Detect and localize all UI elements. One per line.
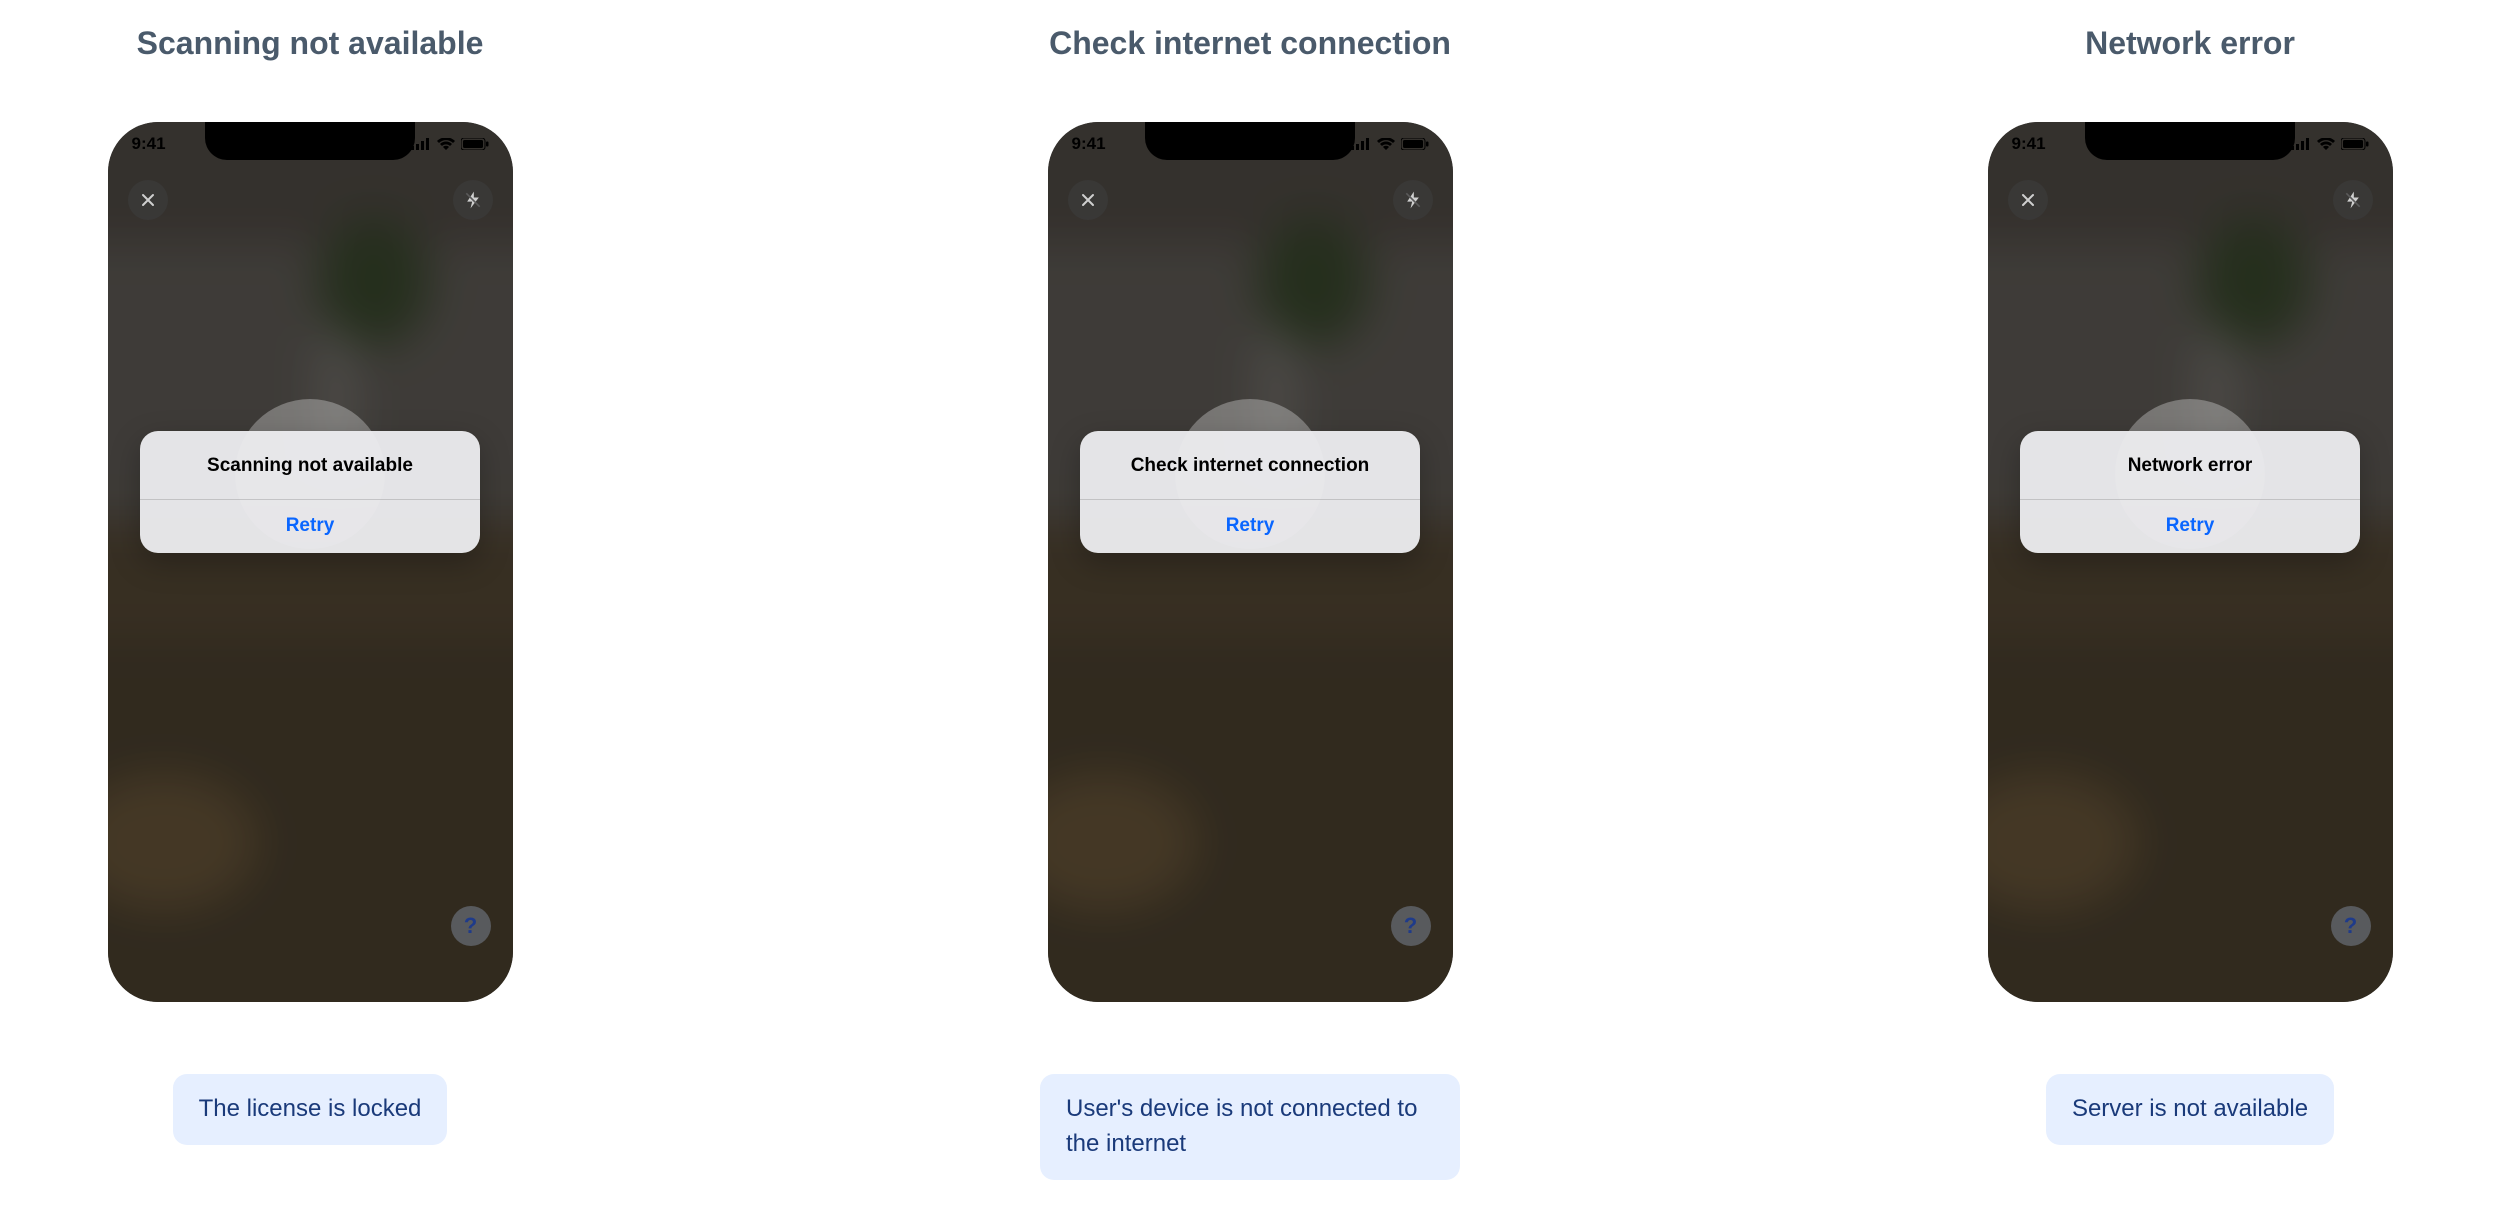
flash-off-icon — [1403, 190, 1423, 210]
dim-overlay — [108, 122, 513, 1002]
close-button[interactable] — [128, 180, 168, 220]
alert-dialog: Check internet connection Retry — [1080, 431, 1420, 553]
retry-button[interactable]: Retry — [1080, 500, 1420, 553]
battery-icon — [1401, 138, 1429, 150]
close-icon — [1078, 190, 1098, 210]
flash-toggle-button[interactable] — [1393, 180, 1433, 220]
status-icons — [411, 138, 489, 150]
wifi-icon — [2317, 138, 2335, 150]
example-caption: The license is locked — [173, 1074, 448, 1145]
example-heading: Check internet connection — [1040, 25, 1460, 62]
status-icons — [1351, 138, 1429, 150]
help-icon: ? — [2344, 913, 2357, 939]
alert-dialog: Scanning not available Retry — [140, 431, 480, 553]
alert-title: Network error — [2020, 431, 2360, 499]
example-column: Scanning not available 9:41 — [100, 25, 520, 1180]
battery-icon — [2341, 138, 2369, 150]
alert-title: Scanning not available — [140, 431, 480, 499]
phone-screen: 9:41 Network error Retry — [1988, 122, 2393, 1002]
example-caption: Server is not available — [2046, 1074, 2334, 1145]
alert-dialog: Network error Retry — [2020, 431, 2360, 553]
help-icon: ? — [464, 913, 477, 939]
flash-toggle-button[interactable] — [453, 180, 493, 220]
dim-overlay — [1988, 122, 2393, 1002]
retry-button[interactable]: Retry — [2020, 500, 2360, 553]
close-icon — [138, 190, 158, 210]
example-column: Check internet connection 9:41 — [1040, 25, 1460, 1180]
device-notch — [205, 122, 415, 160]
example-caption: User's device is not connected to the in… — [1040, 1074, 1460, 1180]
help-button[interactable]: ? — [451, 906, 491, 946]
wifi-icon — [437, 138, 455, 150]
close-button[interactable] — [1068, 180, 1108, 220]
close-icon — [2018, 190, 2038, 210]
example-heading: Network error — [1980, 25, 2400, 62]
flash-off-icon — [2343, 190, 2363, 210]
status-time: 9:41 — [1072, 134, 1106, 154]
status-icons — [2291, 138, 2369, 150]
flash-off-icon — [463, 190, 483, 210]
example-heading: Scanning not available — [100, 25, 520, 62]
device-notch — [2085, 122, 2295, 160]
status-time: 9:41 — [2012, 134, 2046, 154]
phone-screen: 9:41 Scanning not available Re — [108, 122, 513, 1002]
phone-frame: 9:41 Check internet connection — [1048, 122, 1453, 1002]
dim-overlay — [1048, 122, 1453, 1002]
status-time: 9:41 — [132, 134, 166, 154]
close-button[interactable] — [2008, 180, 2048, 220]
help-button[interactable]: ? — [2331, 906, 2371, 946]
flash-toggle-button[interactable] — [2333, 180, 2373, 220]
example-column: Network error 9:41 — [1980, 25, 2400, 1180]
battery-icon — [461, 138, 489, 150]
help-icon: ? — [1404, 913, 1417, 939]
phone-frame: 9:41 Network error Retry — [1988, 122, 2393, 1002]
alert-title: Check internet connection — [1080, 431, 1420, 499]
retry-button[interactable]: Retry — [140, 500, 480, 553]
examples-row: Scanning not available 9:41 — [0, 0, 2500, 1220]
phone-screen: 9:41 Check internet connection — [1048, 122, 1453, 1002]
wifi-icon — [1377, 138, 1395, 150]
help-button[interactable]: ? — [1391, 906, 1431, 946]
phone-frame: 9:41 Scanning not available Re — [108, 122, 513, 1002]
device-notch — [1145, 122, 1355, 160]
